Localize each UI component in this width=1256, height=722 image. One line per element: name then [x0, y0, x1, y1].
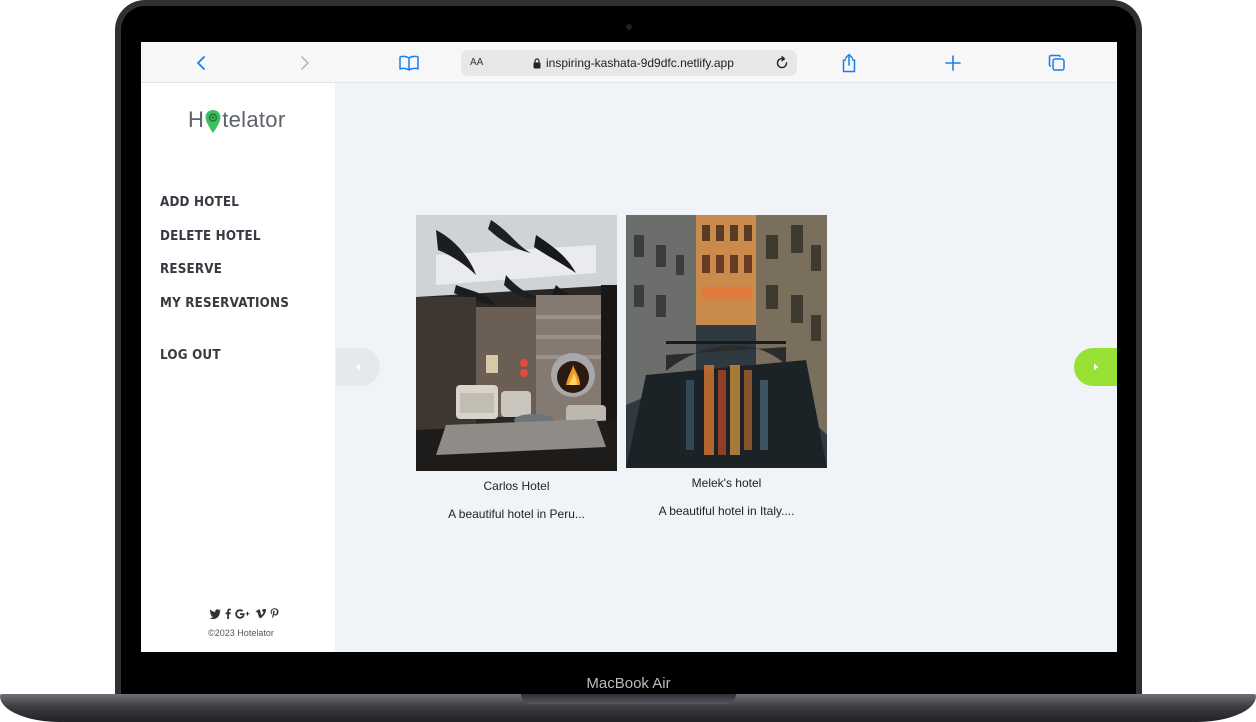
hotel-description: A beautiful hotel in Peru...: [448, 507, 585, 521]
hotel-card[interactable]: Melek's hotel A beautiful hotel in Italy…: [626, 215, 827, 518]
twitter-icon[interactable]: [209, 608, 221, 619]
facebook-icon[interactable]: [225, 608, 231, 619]
carousel-next-button[interactable]: [1074, 348, 1117, 386]
share-icon: [842, 53, 856, 73]
hotel-card[interactable]: Carlos Hotel A beautiful hotel in Peru..…: [416, 215, 617, 521]
caret-right-icon: [1093, 363, 1098, 371]
logo[interactable]: H telator: [188, 107, 285, 133]
vimeo-icon[interactable]: [255, 608, 266, 619]
reload-icon: [776, 56, 788, 69]
back-button[interactable]: [188, 50, 214, 76]
lock-icon: [533, 57, 541, 68]
hotel-lobby-photo: [416, 215, 617, 471]
nav-delete-hotel[interactable]: DELETE HOTEL: [160, 229, 261, 244]
reload-button[interactable]: [771, 50, 793, 76]
google-plus-icon[interactable]: [235, 608, 251, 619]
bookmarks-button[interactable]: [396, 50, 422, 76]
webcam: [626, 24, 632, 30]
chevron-right-icon: [301, 56, 309, 70]
chevron-left-icon: [197, 56, 205, 70]
logo-text-end: telator: [222, 107, 286, 132]
caret-left-icon: [355, 363, 360, 371]
url-container: inspiring-kashata-9d9dfc.netlify.app: [533, 50, 734, 76]
browser-toolbar: AA inspiring-kashata-9d9dfc.netlify.app: [141, 42, 1117, 83]
laptop-notch: [521, 694, 736, 704]
nav-log-out[interactable]: LOG OUT: [160, 348, 221, 363]
hotel-description: A beautiful hotel in Italy....: [658, 504, 795, 518]
nav-add-hotel[interactable]: ADD HOTEL: [160, 195, 239, 210]
logo-text-start: H: [188, 107, 205, 132]
address-bar[interactable]: AA inspiring-kashata-9d9dfc.netlify.app: [461, 50, 797, 76]
sidebar: H telator ADD HOTEL DELETE HOTEL RESERVE…: [141, 83, 335, 652]
copyright-text: ©2023 Hotelator: [208, 628, 274, 638]
location-pin-icon: [205, 109, 221, 133]
new-tab-button[interactable]: [940, 50, 966, 76]
carousel-prev-button[interactable]: [336, 348, 380, 386]
forward-button[interactable]: [292, 50, 318, 76]
hotel-name: Carlos Hotel: [483, 479, 550, 493]
social-links: [209, 608, 279, 619]
share-button[interactable]: [836, 50, 862, 76]
nav-my-reservations[interactable]: MY RESERVATIONS: [160, 296, 289, 311]
plus-icon: [945, 55, 961, 71]
hotel-name: Melek's hotel: [691, 476, 762, 490]
url-text: inspiring-kashata-9d9dfc.netlify.app: [546, 56, 734, 70]
tabs-icon: [1048, 54, 1065, 71]
tabs-overview-button[interactable]: [1044, 50, 1070, 76]
book-icon: [399, 55, 419, 71]
nav-reserve[interactable]: RESERVE: [160, 262, 222, 277]
screen: AA inspiring-kashata-9d9dfc.netlify.app …: [141, 42, 1117, 652]
pinterest-icon[interactable]: [270, 608, 279, 619]
venice-canal-photo: [626, 215, 827, 468]
device-label: MacBook Air: [586, 675, 671, 692]
text-size-button[interactable]: AA: [470, 50, 483, 76]
